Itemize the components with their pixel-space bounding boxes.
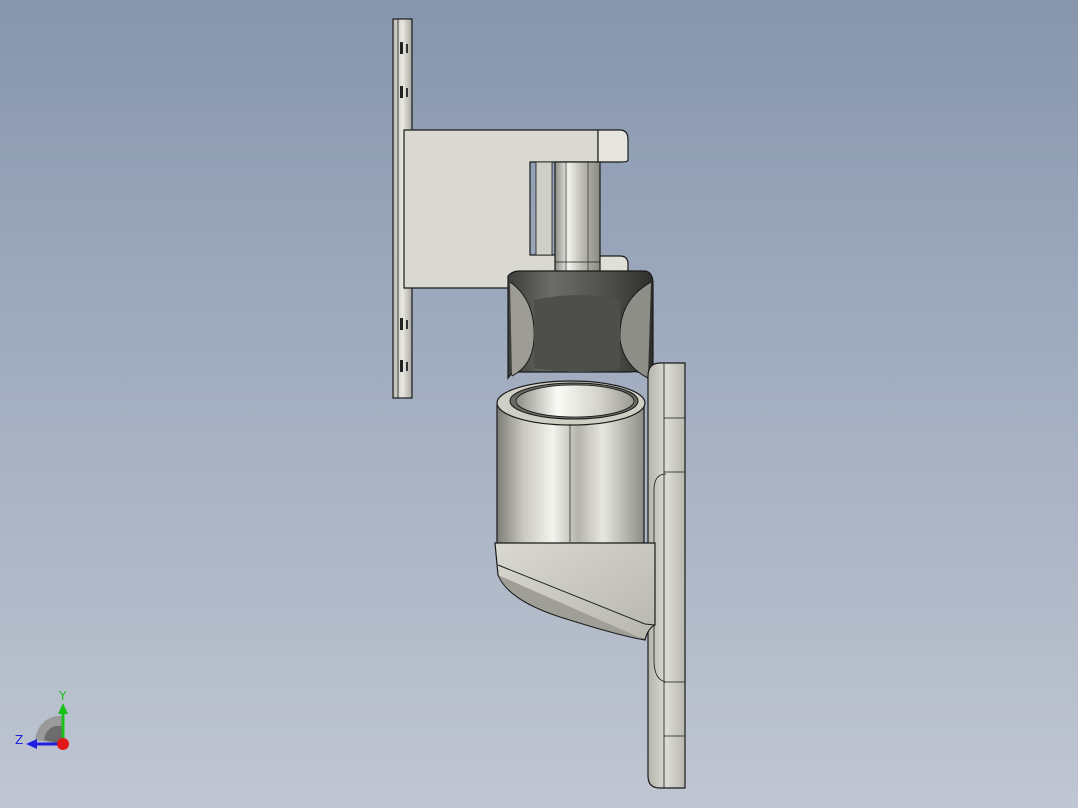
z-axis-label: Z [15, 733, 23, 747]
x-axis-origin-icon [57, 738, 69, 750]
y-axis-arrow-icon [58, 703, 68, 714]
graphics-viewport[interactable]: Y Z [0, 0, 1078, 808]
y-axis-label: Y [58, 689, 67, 703]
z-axis-arrow-icon [26, 739, 37, 749]
orientation-triad[interactable]: Y Z [0, 0, 1078, 808]
